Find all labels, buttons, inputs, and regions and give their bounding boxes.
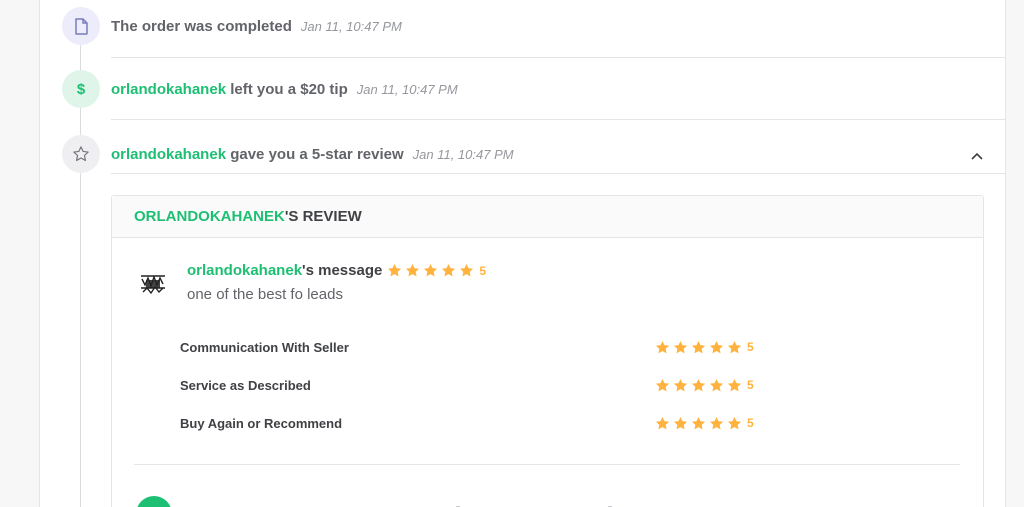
star-icon: [673, 378, 688, 391]
star-icon: [460, 263, 474, 277]
star-icon: [727, 416, 742, 429]
event-tip: $ orlandokahanek left you a $20 tip Jan …: [62, 70, 458, 108]
overall-score: 5: [479, 263, 487, 278]
star-icon: [709, 340, 724, 353]
rating-score: 5: [747, 378, 754, 392]
separator: [111, 119, 1006, 120]
review-message-text: one of the best fo leads: [187, 286, 343, 303]
separator: [111, 173, 1006, 174]
review-message-line: orlandokahanek's message 5: [187, 262, 486, 279]
rating-score: 5: [747, 416, 754, 430]
star-icon: [691, 416, 706, 429]
star-outline-icon: [62, 135, 100, 173]
rating-label: Communication With Seller: [180, 339, 349, 355]
avatar[interactable]: [137, 268, 169, 300]
rating-stars: [655, 378, 745, 393]
star-icon: [655, 416, 670, 429]
star-icon: [709, 416, 724, 429]
event-text: left you a $20 tip: [226, 80, 348, 98]
review-panel: ORLANDOKAHANEK 'S REVIEW orlandokahanek's…: [111, 195, 984, 507]
divider: [134, 464, 960, 465]
star-icon: [673, 416, 688, 429]
star-icon: [691, 340, 706, 353]
event-time: Jan 11, 10:47 PM: [300, 18, 402, 34]
rating-row-communication: Communication With Seller 5: [180, 337, 780, 357]
event-review: orlandokahanek gave you a 5-star review …: [62, 135, 514, 173]
event-time: Jan 11, 10:47 PM: [356, 81, 458, 97]
event-text: gave you a 5-star review: [226, 145, 404, 163]
review-title-user[interactable]: ORLANDOKAHANEK: [134, 208, 285, 225]
star-icon: [727, 340, 742, 353]
rating-label: Buy Again or Recommend: [180, 415, 343, 431]
event-time: Jan 11, 10:47 PM: [412, 146, 514, 162]
user-link[interactable]: orlandokahanek: [111, 146, 226, 163]
rating-stars: [655, 340, 745, 355]
review-title-suffix: 'S REVIEW: [284, 208, 362, 225]
event-order-completed: The order was completed Jan 11, 10:47 PM: [62, 7, 402, 45]
user-link[interactable]: orlandokahanek: [111, 81, 226, 98]
rating-row-service: Service as Described 5: [180, 375, 780, 395]
message-suffix: 's message: [302, 262, 383, 279]
seller-avatar: [136, 496, 172, 507]
star-icon: [442, 263, 456, 277]
event-text: The order was completed: [111, 17, 292, 35]
star-icon: [655, 340, 670, 353]
review-header: ORLANDOKAHANEK 'S REVIEW: [112, 196, 983, 238]
star-icon: [424, 263, 438, 277]
rating-score: 5: [747, 340, 754, 354]
star-icon: [691, 378, 706, 391]
star-icon: [727, 378, 742, 391]
timeline-line: [80, 40, 81, 507]
star-icon: [673, 340, 688, 353]
rating-row-recommend: Buy Again or Recommend 5: [180, 413, 780, 433]
rating-stars: [655, 416, 745, 431]
star-icon: [388, 263, 402, 277]
separator: [111, 57, 1006, 58]
message-user-link[interactable]: orlandokahanek: [187, 262, 302, 279]
star-icon: [655, 378, 670, 391]
document-icon: [62, 7, 100, 45]
dollar-icon: $: [62, 70, 100, 108]
star-icon: [709, 378, 724, 391]
rating-label: Service as Described: [180, 377, 311, 393]
star-icon: [406, 263, 420, 277]
overall-rating-stars: [387, 263, 477, 278]
chevron-up-icon[interactable]: [969, 150, 985, 162]
